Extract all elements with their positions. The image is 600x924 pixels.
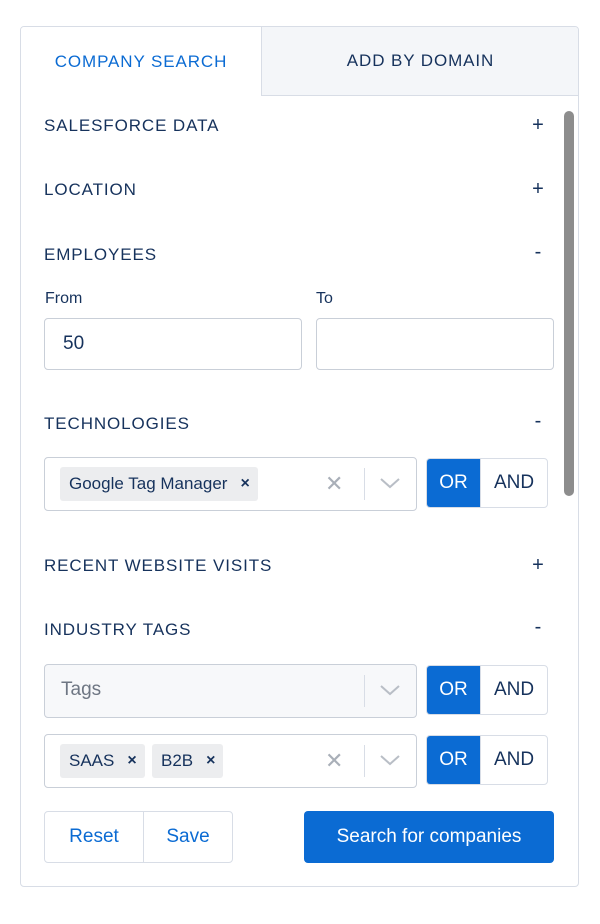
or-button[interactable]: OR [427,666,480,714]
employees-from-label: From [45,290,83,307]
chip-label: B2B [161,751,194,770]
section-title-salesforce-data[interactable]: SALESFORCE DATA [44,116,219,136]
chip-b2b: B2B × [152,744,224,778]
tags-placeholder: Tags [61,679,102,700]
chip-remove-icon[interactable]: × [240,475,249,493]
and-button[interactable]: AND [480,459,547,507]
collapse-employees-toggle[interactable]: - [526,241,550,264]
industry-tags-multiselect[interactable]: Tags [44,664,417,718]
expand-location-toggle[interactable]: + [526,178,550,201]
employees-to-input[interactable] [316,318,554,370]
industry-tags-logic-toggle: OR AND [426,665,548,715]
section-title-recent-website-visits[interactable]: RECENT WEBSITE VISITS [44,556,272,576]
section-title-industry-tags[interactable]: INDUSTRY TAGS [44,620,191,640]
search-for-companies-button[interactable]: Search for companies [304,811,554,863]
section-title-location[interactable]: LOCATION [44,180,137,200]
tab-add-by-domain[interactable]: ADD BY DOMAIN [261,27,578,96]
technologies-logic-toggle: OR AND [426,458,548,508]
chevron-down-icon[interactable] [379,683,401,697]
employees-from-input[interactable]: 50 [44,318,302,370]
divider [364,675,365,707]
and-button[interactable]: AND [480,666,547,714]
chip-label: SAAS [69,751,115,770]
employees-to-label: To [316,290,333,307]
or-button[interactable]: OR [427,736,480,784]
reset-save-group: Reset Save [44,811,233,863]
chip-remove-icon[interactable]: × [206,752,215,770]
divider [364,468,365,500]
expand-salesforce-data-toggle[interactable]: + [526,114,550,137]
tab-company-search[interactable]: COMPANY SEARCH [21,27,261,96]
technologies-multiselect[interactable]: Google Tag Manager × ✕ [44,457,417,511]
collapse-technologies-toggle[interactable]: - [526,410,550,433]
section-title-technologies[interactable]: TECHNOLOGIES [44,414,190,434]
chip-google-tag-manager: Google Tag Manager × [60,467,258,501]
collapse-industry-tags-toggle[interactable]: - [526,616,550,639]
company-search-panel: COMPANY SEARCH ADD BY DOMAIN SALESFORCE … [20,26,579,887]
expand-recent-website-visits-toggle[interactable]: + [526,554,550,577]
chevron-down-icon[interactable] [379,476,401,490]
industry-tags-selected-logic-toggle: OR AND [426,735,548,785]
scrollbar-thumb[interactable] [564,111,574,496]
or-button[interactable]: OR [427,459,480,507]
chip-remove-icon[interactable]: × [127,752,136,770]
clear-icon[interactable]: ✕ [325,748,343,774]
chip-saas: SAAS × [60,744,145,778]
clear-icon[interactable]: ✕ [325,471,343,497]
industry-tags-selected-multiselect[interactable]: SAAS × B2B × ✕ [44,734,417,788]
reset-button[interactable]: Reset [45,812,144,862]
and-button[interactable]: AND [480,736,547,784]
tab-bar: COMPANY SEARCH ADD BY DOMAIN [21,27,578,96]
chip-label: Google Tag Manager [69,474,228,493]
section-title-employees[interactable]: EMPLOYEES [44,245,157,265]
divider [364,745,365,777]
save-button[interactable]: Save [144,812,232,862]
chevron-down-icon[interactable] [379,753,401,767]
